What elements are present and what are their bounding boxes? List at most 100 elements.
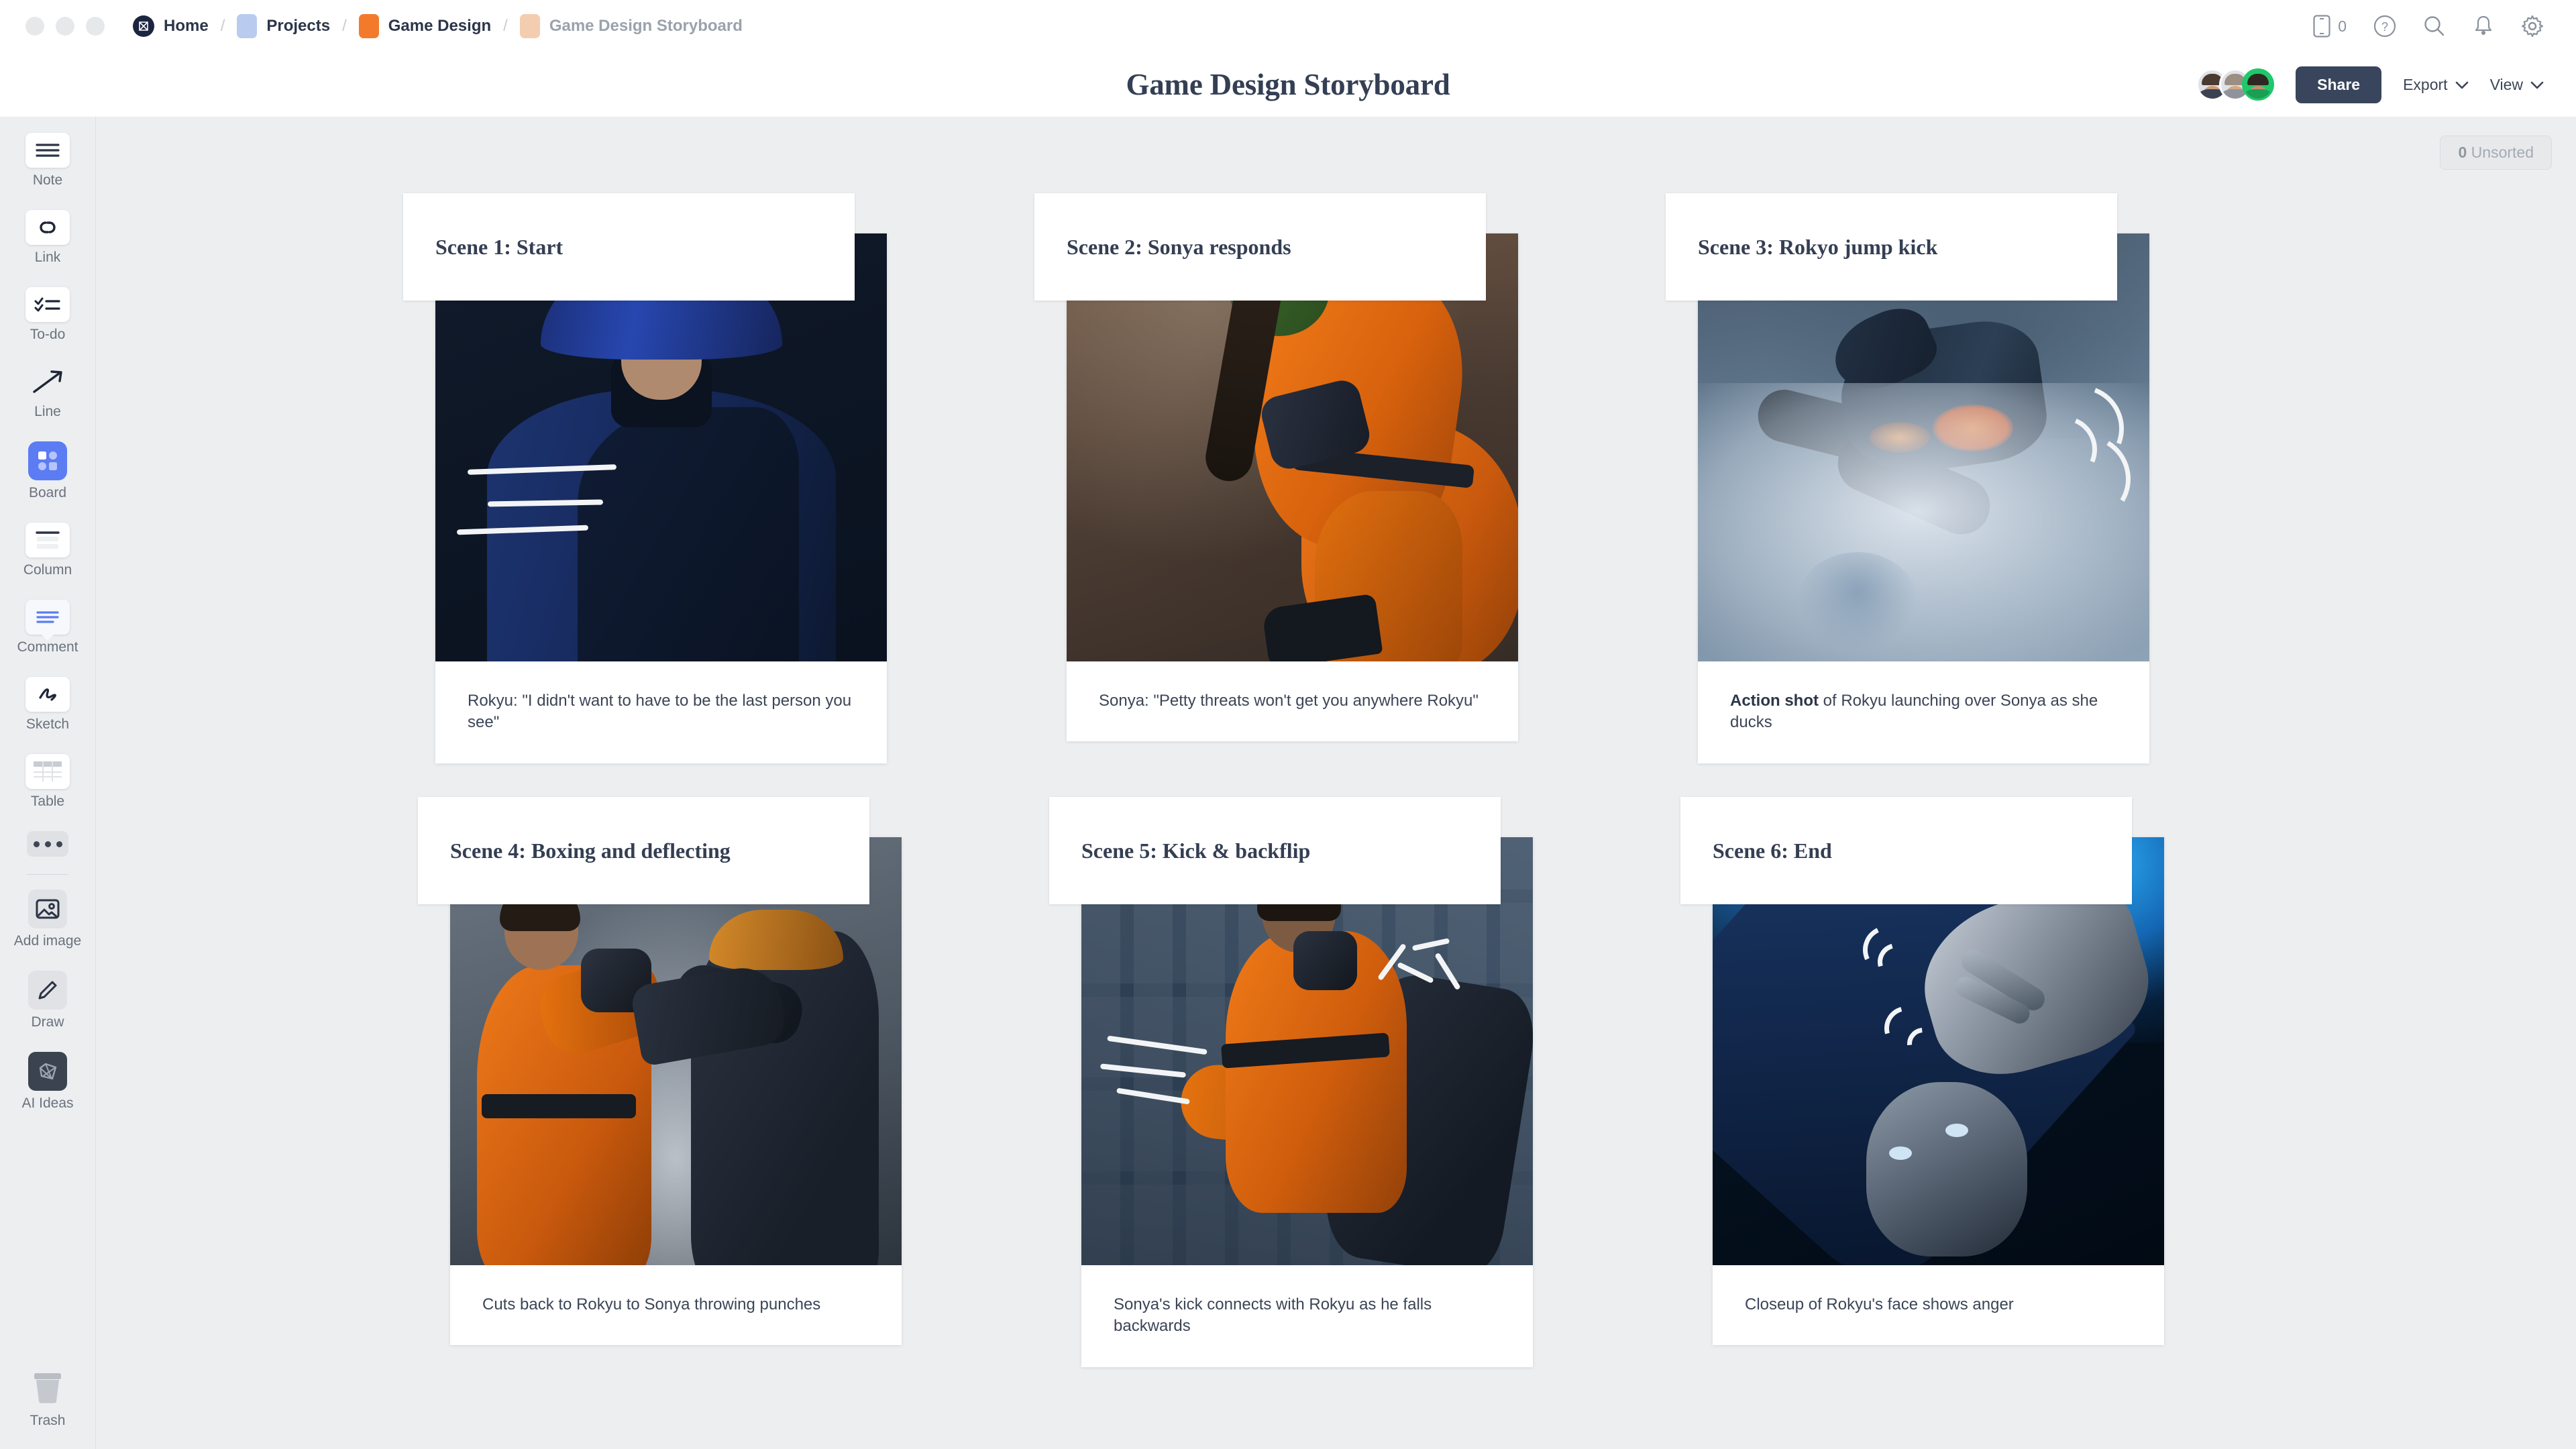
device-count-label: 0	[2338, 17, 2347, 35]
sidebar-item-draw[interactable]: Draw	[0, 971, 95, 1030]
milanote-logo-icon	[133, 15, 154, 37]
breadcrumb-item-home[interactable]: Home	[133, 15, 209, 37]
scene-body[interactable]: Action shot of Rokyu launching over Sony…	[1698, 233, 2149, 763]
scene-caption-text: Sonya: "Petty threats won't get you anyw…	[1099, 692, 1479, 710]
sidebar-label-board: Board	[28, 485, 67, 500]
sidebar-item-ai-ideas[interactable]: AI Ideas	[0, 1052, 95, 1112]
breadcrumb-separator: /	[220, 17, 225, 35]
scene-header[interactable]: Scene 3: Rokyo jump kick	[1666, 193, 2117, 301]
board-canvas[interactable]: 0 Unsorted Scene 1: Start Rokyu: "I didn…	[96, 117, 2576, 1449]
scene-body[interactable]: Closeup of Rokyu's face shows anger	[1713, 837, 2164, 1346]
sidebar-item-sketch[interactable]: Sketch	[0, 677, 95, 733]
page-title: Game Design Storyboard	[1126, 68, 1450, 101]
breadcrumb-item-game-design[interactable]: Game Design	[358, 14, 491, 38]
note-icon	[25, 133, 70, 168]
device-button[interactable]: 0	[2313, 15, 2347, 38]
breadcrumb-label-storyboard: Game Design Storyboard	[549, 17, 743, 35]
avatar[interactable]	[2242, 68, 2275, 101]
scene-header[interactable]: Scene 6: End	[1680, 797, 2132, 904]
scene-title: Scene 1: Start	[435, 234, 564, 259]
search-icon[interactable]	[2423, 15, 2446, 38]
window-close-button[interactable]	[25, 17, 44, 36]
todo-icon	[25, 287, 70, 322]
scene-body[interactable]: Cuts back to Rokyu to Sonya throwing pun…	[450, 837, 902, 1346]
sidebar-divider	[27, 874, 68, 875]
scene-header[interactable]: Scene 5: Kick & backflip	[1049, 797, 1501, 904]
more-dots-icon	[27, 831, 68, 857]
scene-caption-text: Cuts back to Rokyu to Sonya throwing pun…	[482, 1295, 821, 1313]
scene-body[interactable]: Sonya: "Petty threats won't get you anyw…	[1067, 233, 1518, 742]
sidebar-item-trash[interactable]: Trash	[30, 1371, 66, 1429]
unsorted-chip[interactable]: 0 Unsorted	[2440, 136, 2552, 170]
trash-icon	[30, 1371, 66, 1408]
scene-caption: Cuts back to Rokyu to Sonya throwing pun…	[450, 1265, 902, 1345]
breadcrumb-separator: /	[503, 17, 508, 35]
export-label: Export	[2403, 75, 2448, 93]
unsorted-count: 0	[2458, 144, 2467, 161]
scene-caption: Closeup of Rokyu's face shows anger	[1713, 1265, 2164, 1345]
comment-icon	[25, 600, 70, 641]
chevron-down-icon	[2530, 76, 2544, 94]
line-arrow-icon	[25, 364, 70, 399]
folder-chip-icon	[519, 14, 540, 38]
window-minimize-button[interactable]	[56, 17, 74, 36]
column-icon	[25, 523, 70, 557]
scene-body[interactable]: Sonya's kick connects with Rokyu as he f…	[1081, 837, 1533, 1367]
breadcrumb-separator: /	[342, 17, 347, 35]
scene-header[interactable]: Scene 2: Sonya responds	[1034, 193, 1486, 301]
image-icon	[28, 890, 67, 928]
sidebar-label-todo: To-do	[30, 327, 66, 342]
sidebar-item-more[interactable]	[0, 831, 95, 857]
notifications-bell-icon[interactable]	[2473, 15, 2494, 38]
settings-gear-icon[interactable]	[2521, 15, 2544, 38]
scene-body[interactable]: Rokyu: "I didn't want to have to be the …	[435, 233, 887, 763]
sidebar-label-draw: Draw	[31, 1014, 64, 1030]
scene-header[interactable]: Scene 1: Start	[403, 193, 855, 301]
sidebar-label-ai-ideas: AI Ideas	[21, 1095, 74, 1111]
scene-caption: Sonya: "Petty threats won't get you anyw…	[1067, 661, 1518, 741]
scene-caption-text: Closeup of Rokyu's face shows anger	[1745, 1295, 2014, 1313]
device-icon	[2313, 15, 2330, 38]
sidebar-label-note: Note	[32, 172, 63, 188]
sidebar-item-board[interactable]: Board	[0, 441, 95, 501]
sidebar-item-note[interactable]: Note	[0, 133, 95, 189]
help-icon[interactable]: ?	[2373, 15, 2396, 38]
window-controls[interactable]	[25, 17, 105, 36]
breadcrumb: Home / Projects / Game Design / Game Des…	[133, 14, 743, 38]
collaborator-avatars[interactable]	[2196, 68, 2275, 101]
board-header: Game Design Storyboard Share Export View	[0, 52, 2576, 117]
scene-title: Scene 2: Sonya responds	[1067, 234, 1291, 259]
breadcrumb-label-home: Home	[164, 17, 209, 35]
sidebar-label-comment: Comment	[17, 639, 78, 655]
sidebar-label-add-image: Add image	[13, 933, 82, 949]
unsorted-label: Unsorted	[2471, 144, 2534, 161]
top-bar: Home / Projects / Game Design / Game Des…	[0, 0, 2576, 52]
sidebar-label-sketch: Sketch	[25, 716, 70, 732]
sidebar-item-add-image[interactable]: Add image	[0, 890, 95, 949]
sidebar-item-line[interactable]: Line	[0, 364, 95, 420]
window-maximize-button[interactable]	[86, 17, 105, 36]
sidebar-label-trash: Trash	[30, 1413, 66, 1428]
breadcrumb-item-projects[interactable]: Projects	[237, 14, 330, 38]
sidebar-label-line: Line	[34, 404, 61, 419]
share-button[interactable]: Share	[2296, 66, 2382, 103]
sidebar-item-comment[interactable]: Comment	[0, 600, 95, 655]
sidebar-label-column: Column	[23, 562, 72, 578]
sidebar-item-link[interactable]: Link	[0, 210, 95, 266]
sidebar-label-table: Table	[30, 794, 65, 809]
scene-header[interactable]: Scene 4: Boxing and deflecting	[418, 797, 869, 904]
scene-caption-bold: Action shot	[1730, 692, 1819, 710]
export-button[interactable]: Export	[2403, 76, 2468, 94]
breadcrumb-item-storyboard[interactable]: Game Design Storyboard	[519, 14, 743, 38]
sidebar-item-todo[interactable]: To-do	[0, 287, 95, 343]
sidebar-item-table[interactable]: Table	[0, 754, 95, 810]
left-toolbar: Note Link To-do Line Board Column Commen…	[0, 117, 96, 1449]
link-icon	[25, 210, 70, 245]
view-button[interactable]: View	[2490, 76, 2544, 94]
scene-title: Scene 4: Boxing and deflecting	[450, 838, 731, 863]
top-bar-actions: 0 ?	[2313, 15, 2544, 38]
pencil-icon	[28, 971, 67, 1010]
folder-chip-icon	[237, 14, 258, 38]
sidebar-item-column[interactable]: Column	[0, 523, 95, 578]
view-label: View	[2489, 75, 2523, 93]
